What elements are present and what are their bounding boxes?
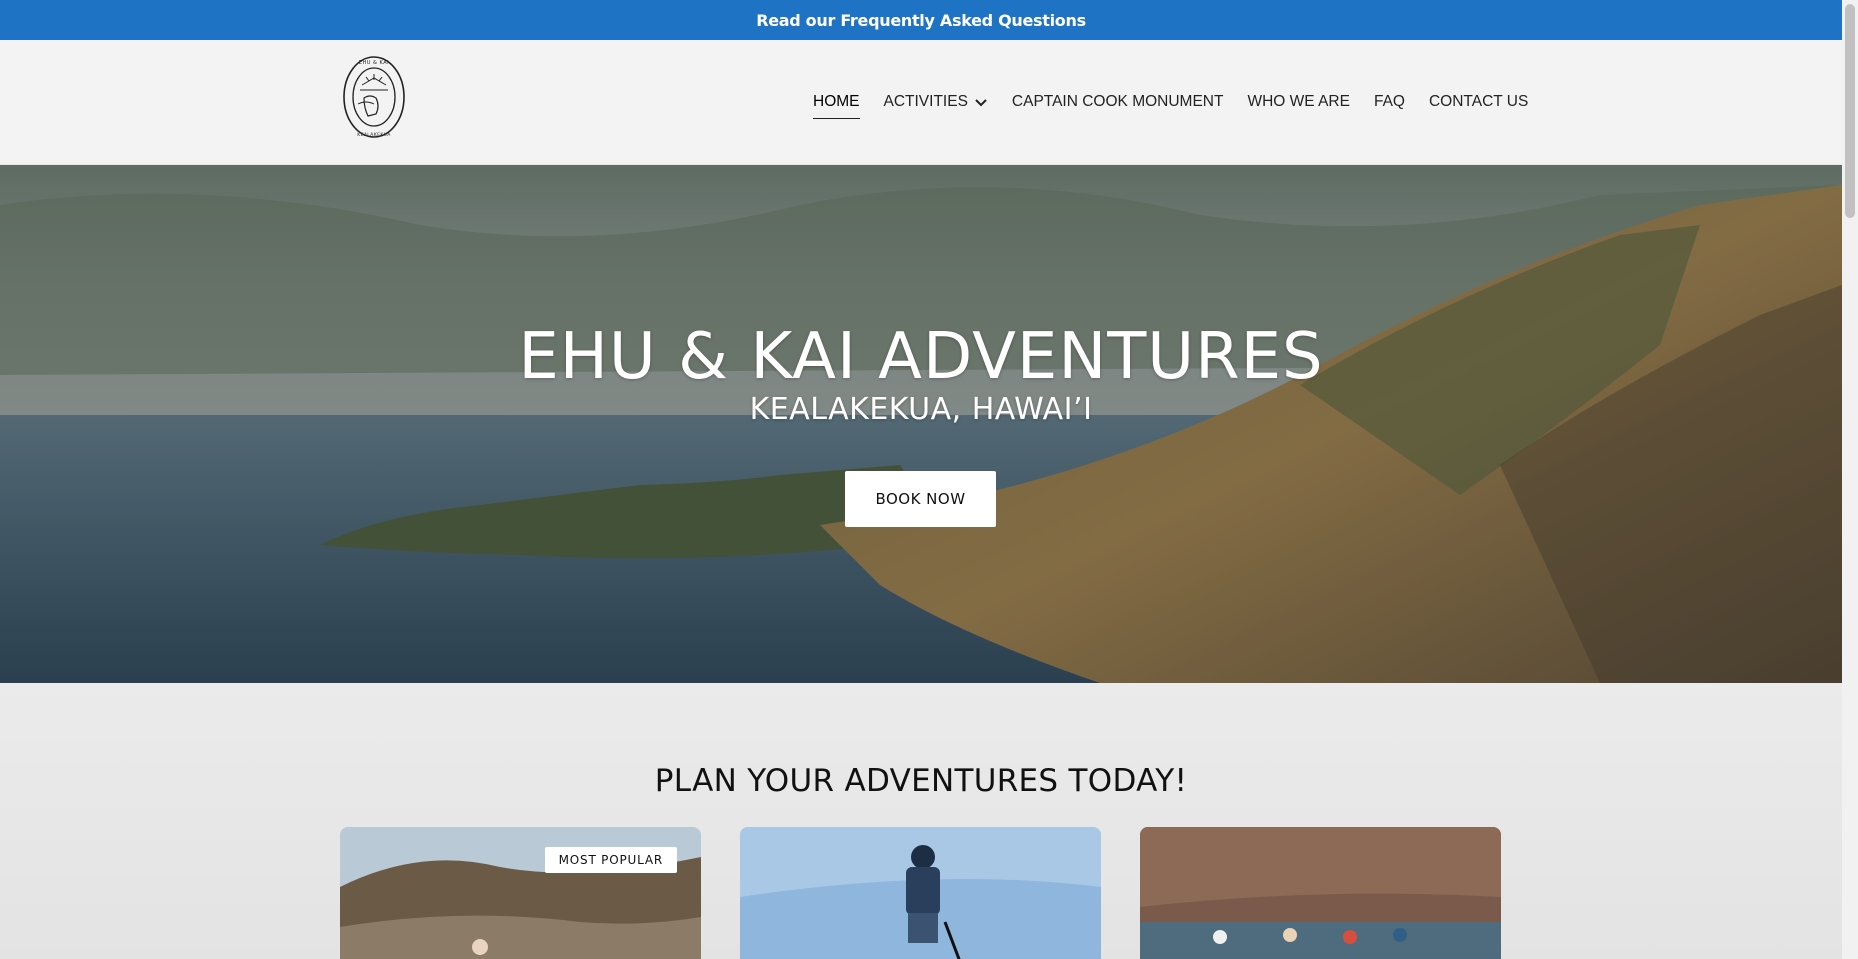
nav-label: FAQ <box>1373 93 1405 110</box>
nav-item-captain-cook-monument[interactable]: CAPTAIN COOK MONUMENT <box>1012 91 1224 113</box>
nav-item-contact-us[interactable]: CONTACT US <box>1429 91 1528 113</box>
site-logo[interactable]: EHU & KAI KEALAKEKUA <box>340 54 408 140</box>
scrollbar-thumb[interactable] <box>1845 4 1855 218</box>
activity-card-1[interactable]: MOST POPULAR <box>340 827 701 959</box>
hero-title: EHU & KAI ADVENTURES <box>518 320 1324 394</box>
nav-label: ACTIVITIES <box>883 93 968 110</box>
activity-card-2[interactable] <box>740 827 1101 959</box>
nav-item-faq[interactable]: FAQ <box>1374 91 1405 113</box>
hero-subtitle: KEALAKEKUA, HAWAI’I <box>749 392 1093 427</box>
hero-section: EHU & KAI ADVENTURES KEALAKEKUA, HAWAI’I… <box>0 165 1842 683</box>
nav-label: CONTACT US <box>1428 93 1529 110</box>
main-nav: HOME ACTIVITIES CAPTAIN COOK MONUMENT WH… <box>813 91 1552 119</box>
kayak-group-image <box>1140 827 1501 959</box>
site-header: EHU & KAI KEALAKEKUA HOME ACTIVITIES CAP… <box>0 40 1842 165</box>
book-now-button[interactable]: BOOK NOW <box>845 471 996 527</box>
nav-label: HOME <box>813 93 860 110</box>
most-popular-badge: MOST POPULAR <box>544 847 677 873</box>
svg-text:EHU & KAI: EHU & KAI <box>359 60 389 66</box>
plan-title: PLAN YOUR ADVENTURES TODAY! <box>654 763 1188 799</box>
nav-label: CAPTAIN COOK MONUMENT <box>1011 93 1224 110</box>
plan-section: PLAN YOUR ADVENTURES TODAY! MOST POPULAR <box>0 683 1842 959</box>
nav-item-activities[interactable]: ACTIVITIES <box>884 91 988 113</box>
nav-label: WHO WE ARE <box>1247 93 1350 110</box>
announcement-bar[interactable]: Read our Frequently Asked Questions <box>0 0 1842 40</box>
logo-badge-icon: EHU & KAI KEALAKEKUA <box>343 56 405 138</box>
paddleboarder-image <box>740 827 1101 959</box>
svg-text:KEALAKEKUA: KEALAKEKUA <box>357 132 391 138</box>
nav-item-who-we-are[interactable]: WHO WE ARE <box>1247 91 1349 113</box>
announcement-link[interactable]: Read our Frequently Asked Questions <box>756 11 1086 30</box>
chevron-down-icon <box>975 99 987 107</box>
activity-card-3[interactable] <box>1140 827 1501 959</box>
nav-item-home[interactable]: HOME <box>813 91 860 119</box>
page-scrollbar[interactable] <box>1842 0 1858 959</box>
